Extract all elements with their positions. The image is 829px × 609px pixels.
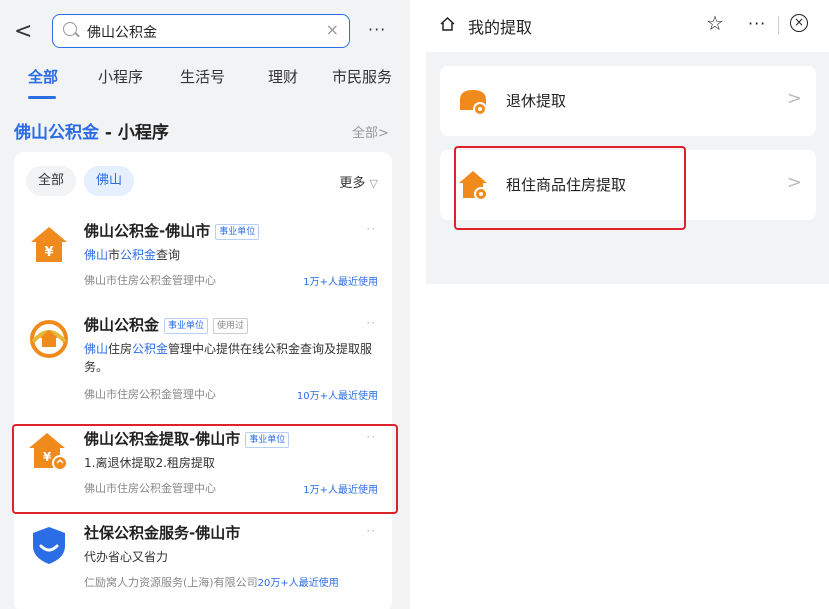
- section-title: 佛山公积金 - 小程序: [14, 123, 169, 143]
- item-org-line: 仁励窝人力资源服务(上海)有限公司20万+人最近使用: [84, 576, 339, 589]
- list-item[interactable]: 社保公积金服务-佛山市 ·· 代办省心又省力 仁励窝人力资源服务(上海)有限公司…: [14, 522, 392, 602]
- item-desc: 代办省心又省力: [84, 550, 169, 564]
- search-results-panel: < 佛山公积金 × ··· 全部 小程序 生活号 理财 市民服务 佛山公积金 -…: [0, 0, 410, 609]
- divider: [778, 16, 779, 34]
- search-icon: [63, 22, 77, 36]
- item-more-button[interactable]: ··: [366, 222, 376, 236]
- item-org: 佛山市住房公积金管理中心: [84, 388, 216, 401]
- filter-all[interactable]: 全部: [26, 166, 77, 196]
- item-more-button[interactable]: ··: [366, 316, 376, 330]
- close-icon[interactable]: ×: [790, 14, 808, 32]
- section-all-link[interactable]: 全部>: [352, 122, 389, 141]
- retire-icon: [460, 90, 487, 116]
- retire-withdraw-item[interactable]: 退休提取 >: [440, 66, 816, 136]
- tab-mini-program[interactable]: 小程序: [98, 66, 143, 87]
- filter-icon: ▽: [369, 177, 378, 190]
- back-button[interactable]: <: [14, 20, 32, 44]
- status-badge: 事业单位: [215, 223, 260, 240]
- used-badge: 使用过: [213, 317, 249, 334]
- filter-more-button[interactable]: 更多 ▽: [339, 172, 378, 191]
- home-icon[interactable]: [440, 17, 455, 31]
- shield-icon: [33, 527, 65, 564]
- highlight-box: [454, 146, 686, 230]
- category-tabs: 全部 小程序 生活号 理财 市民服务: [0, 62, 410, 102]
- search-input[interactable]: 佛山公积金 ×: [52, 14, 350, 48]
- item-title: 佛山公积金-佛山市 事业单位: [84, 220, 260, 241]
- more-menu-button[interactable]: ···: [748, 14, 766, 33]
- highlight-box: [12, 424, 398, 514]
- item-desc: 佛山市公积金查询: [84, 248, 181, 262]
- page-title: 我的提取: [468, 18, 533, 37]
- item-title: 社保公积金服务-佛山市: [84, 524, 241, 542]
- filter-foshan[interactable]: 佛山: [84, 166, 135, 196]
- tab-life-account[interactable]: 生活号: [180, 66, 225, 87]
- tab-all[interactable]: 全部: [28, 66, 58, 87]
- search-bar: < 佛山公积金 × ···: [0, 8, 410, 60]
- status-badge: 事业单位: [164, 317, 209, 334]
- tab-citizen-services[interactable]: 市民服务: [332, 66, 392, 87]
- status-strip: [0, 0, 410, 8]
- item-desc: 佛山住房公积金管理中心提供在线公积金查询及提取服务。: [84, 342, 373, 374]
- clear-icon[interactable]: ×: [326, 20, 339, 39]
- item-users: 10万+人最近使用: [296, 391, 378, 402]
- foshan-fund-logo-icon: [30, 320, 68, 358]
- list-item[interactable]: 佛山公积金 事业单位 使用过 ·· 佛山住房公积金管理中心提供在线公积金查询及提取服…: [14, 314, 392, 414]
- chevron-right-icon: >: [786, 88, 802, 109]
- item-title: 佛山公积金 事业单位 使用过: [84, 314, 249, 335]
- house-yuan-icon: ¥: [31, 227, 67, 262]
- withdraw-panel: 我的提取 ☆ ··· × 退休提取 > 租住商品住房提取 >: [426, 0, 829, 609]
- item-label: 退休提取: [506, 92, 567, 110]
- tab-finance[interactable]: 理财: [268, 66, 298, 87]
- item-org: 佛山市住房公积金管理中心: [84, 274, 216, 287]
- chevron-right-icon: >: [786, 172, 802, 193]
- active-tab-indicator: [28, 96, 56, 99]
- item-users: 1万+人最近使用: [303, 277, 378, 288]
- svg-text:¥: ¥: [44, 245, 53, 260]
- search-query: 佛山公积金: [87, 25, 157, 41]
- item-more-button[interactable]: ··: [366, 524, 376, 538]
- favorite-star-icon[interactable]: ☆: [706, 11, 724, 35]
- item-users: 20万+人最近使用: [257, 578, 339, 589]
- more-menu-button[interactable]: ···: [368, 20, 386, 39]
- results-card: 全部 佛山 更多 ▽ ¥ 佛山公积金-佛山市 事业单位 ·· 佛山市公积金查询 佛…: [14, 152, 392, 609]
- list-item[interactable]: ¥ 佛山公积金-佛山市 事业单位 ·· 佛山市公积金查询 佛山市住房公积金管理中心…: [14, 220, 392, 302]
- mini-program-header: 我的提取 ☆ ··· ×: [426, 0, 829, 52]
